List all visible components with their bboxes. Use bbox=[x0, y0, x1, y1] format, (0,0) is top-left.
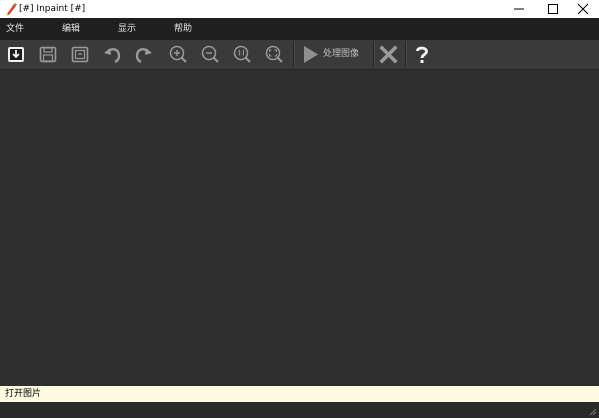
redo-icon bbox=[135, 48, 152, 64]
zoom-out-icon bbox=[201, 45, 219, 63]
bottom-strip bbox=[0, 402, 599, 418]
menu-edit[interactable]: 编辑 bbox=[62, 23, 80, 35]
zoom-fit-icon bbox=[265, 45, 283, 63]
toolbar-separator bbox=[373, 42, 375, 67]
menu-help[interactable]: 帮助 bbox=[174, 23, 192, 35]
close-icon bbox=[379, 45, 398, 64]
play-icon bbox=[304, 46, 318, 63]
status-bar: 打开图片 bbox=[0, 386, 599, 402]
close-icon bbox=[577, 3, 589, 15]
minimize-button[interactable] bbox=[502, 0, 536, 18]
question-mark-icon bbox=[416, 46, 428, 63]
open-image-icon bbox=[8, 47, 24, 62]
image-canvas[interactable] bbox=[0, 70, 599, 386]
process-image-button[interactable]: 处理图像 bbox=[301, 44, 371, 65]
toolbar: 处理图像 bbox=[0, 40, 599, 70]
resize-grip-icon[interactable] bbox=[587, 406, 597, 416]
undo-icon bbox=[104, 48, 121, 64]
toolbar-separator bbox=[293, 42, 295, 67]
zoom-in-button[interactable] bbox=[167, 44, 189, 65]
inpaint-app-icon bbox=[6, 3, 17, 16]
window-title: [#] Inpaint [#] bbox=[19, 4, 86, 14]
save-button[interactable] bbox=[37, 44, 59, 65]
open-image-button[interactable] bbox=[5, 44, 27, 65]
title-bar: [#] Inpaint [#] bbox=[0, 0, 599, 18]
zoom-in-icon bbox=[169, 45, 187, 63]
save-icon bbox=[39, 46, 57, 63]
zoom-actual-size-button[interactable] bbox=[231, 44, 253, 65]
zoom-fit-button[interactable] bbox=[263, 44, 285, 65]
save-as-icon bbox=[71, 46, 89, 63]
menu-view[interactable]: 显示 bbox=[118, 23, 136, 35]
minimize-icon bbox=[514, 8, 524, 10]
maximize-button[interactable] bbox=[536, 0, 570, 18]
process-image-label: 处理图像 bbox=[323, 49, 360, 59]
status-text: 打开图片 bbox=[5, 389, 42, 399]
cancel-button[interactable] bbox=[378, 44, 400, 65]
toolbar-separator bbox=[405, 42, 407, 67]
close-window-button[interactable] bbox=[566, 0, 599, 18]
redo-button[interactable] bbox=[133, 44, 155, 65]
menu-bar: 文件 编辑 显示 帮助 bbox=[0, 18, 599, 40]
undo-button[interactable] bbox=[101, 44, 123, 65]
zoom-out-button[interactable] bbox=[199, 44, 221, 65]
zoom-actual-size-icon bbox=[233, 45, 251, 63]
save-as-button[interactable] bbox=[69, 44, 91, 65]
menu-file[interactable]: 文件 bbox=[6, 23, 24, 35]
maximize-icon bbox=[548, 4, 558, 14]
help-button[interactable] bbox=[413, 44, 431, 65]
